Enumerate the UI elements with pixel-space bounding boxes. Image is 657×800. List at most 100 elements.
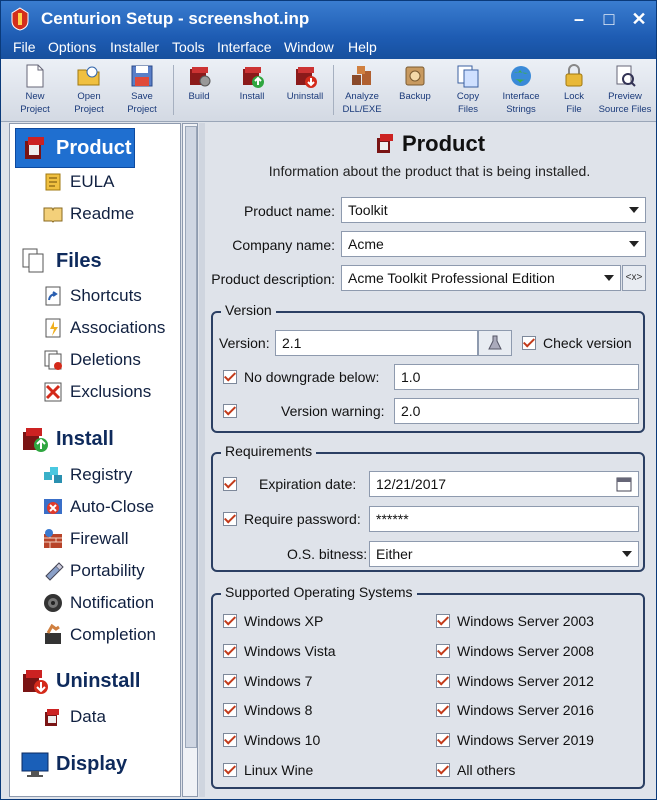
toolbar-label: Project (74, 104, 104, 115)
menu-installer[interactable]: Installer (110, 39, 159, 55)
preview-source-files-button[interactable]: Preview Source Files (597, 63, 653, 117)
app-icon (11, 7, 29, 31)
calendar-icon[interactable] (616, 476, 632, 492)
uninstall-button[interactable]: Uninstall (277, 63, 333, 117)
toolbar-label: Source Files (598, 104, 652, 115)
title-bar[interactable]: Centurion Setup - screenshot.inp – □ ✕ (1, 1, 656, 37)
os-checkbox[interactable] (223, 644, 237, 658)
install-button[interactable]: Install (224, 63, 280, 117)
toolbar-label: Preview (608, 91, 642, 102)
close-button[interactable]: ✕ (627, 7, 651, 31)
menu-bar: File Options Installer Tools Interface W… (1, 37, 656, 59)
menu-window[interactable]: Window (284, 39, 334, 55)
product-name-value: Toolkit (348, 202, 388, 218)
os-label: Windows 10 (244, 732, 321, 748)
registry-icon (44, 467, 62, 483)
password-input[interactable]: ****** (369, 506, 639, 532)
scroll-icon (45, 173, 61, 191)
toolbar-label: Project (20, 104, 50, 115)
app-window: Centurion Setup - screenshot.inp – □ ✕ F… (0, 0, 657, 800)
os-label: Windows Server 2003 (457, 613, 594, 629)
sidebar-item-label: Completion (70, 625, 156, 644)
sidebar-item-label: Shortcuts (70, 286, 142, 305)
interface-strings-button[interactable]: Interface Strings (493, 63, 549, 117)
os-checkbox[interactable] (223, 733, 237, 747)
lock-icon (565, 64, 583, 87)
globe-icon (511, 66, 531, 86)
analyze-button[interactable]: Analyze DLL/EXE (334, 63, 390, 117)
os-checkbox[interactable] (436, 644, 450, 658)
os-bitness-select[interactable]: Either (369, 541, 639, 567)
sidebar-item-label: Notification (70, 593, 155, 612)
no-downgrade-checkbox[interactable] (223, 370, 237, 384)
firewall-icon (44, 529, 62, 548)
toolbar-label: Project (127, 104, 157, 115)
no-downgrade-input[interactable]: 1.0 (394, 364, 639, 390)
os-checkbox[interactable] (223, 763, 237, 777)
company-name-combo[interactable]: Acme (341, 231, 646, 257)
version-detect-button[interactable] (478, 330, 512, 356)
sidebar-scrollbar[interactable] (182, 123, 198, 797)
speaker-icon (44, 594, 62, 612)
backup-button[interactable]: Backup (387, 63, 443, 117)
toolbar-label: Build (188, 91, 210, 102)
copy-files-button[interactable]: Copy Files (440, 63, 496, 117)
data-box-icon (45, 709, 59, 726)
expiration-checkbox[interactable] (223, 477, 237, 491)
sidebar-item-label: Registry (70, 465, 133, 484)
check-version-label: Check version (543, 335, 632, 351)
os-label: Windows Server 2012 (457, 673, 594, 689)
expiration-date-input[interactable]: 12/21/2017 (369, 471, 639, 497)
sidebar-item-label: Uninstall (56, 670, 141, 692)
version-input[interactable]: 2.1 (275, 330, 478, 356)
analyze-icon (352, 66, 371, 85)
save-project-button[interactable]: Save Project (114, 63, 170, 117)
toolbar-label: Uninstall (286, 91, 324, 102)
uninstall-icon (23, 670, 48, 694)
sidebar-item-label: Associations (70, 318, 166, 337)
menu-file[interactable]: File (13, 39, 36, 55)
sidebar-item-label: EULA (70, 172, 115, 191)
os-checkbox[interactable] (436, 703, 450, 717)
sidebar-scrollbar-thumb[interactable] (185, 126, 197, 748)
toolbar-label: File (566, 104, 582, 115)
no-downgrade-value: 1.0 (401, 369, 421, 385)
os-checkbox[interactable] (436, 763, 450, 777)
insert-variable-button[interactable]: <x> (622, 265, 646, 291)
menu-options[interactable]: Options (48, 39, 96, 55)
maximize-button[interactable]: □ (597, 7, 621, 31)
lock-file-button[interactable]: Lock File (546, 63, 602, 117)
os-checkbox[interactable] (436, 733, 450, 747)
os-label: Windows 7 (244, 673, 313, 689)
sidebar-item-label: Install (56, 428, 114, 450)
sidebar-item-label: Product (56, 137, 132, 159)
product-name-combo[interactable]: Toolkit (341, 197, 646, 223)
open-project-button[interactable]: Open Project (61, 63, 117, 117)
toolbar-label: Analyze (345, 91, 379, 102)
os-checkbox[interactable] (223, 674, 237, 688)
toolbar-label: Lock (563, 91, 585, 102)
os-checkbox[interactable] (436, 674, 450, 688)
os-label: Linux Wine (244, 762, 314, 778)
association-icon (45, 318, 61, 338)
new-project-button[interactable]: New Project (7, 63, 63, 117)
version-warning-checkbox[interactable] (223, 404, 237, 418)
require-password-checkbox[interactable] (223, 512, 237, 526)
sidebar: Product EULA Readme Files Shortcuts Asso… (9, 123, 181, 797)
version-warning-input[interactable]: 2.0 (394, 398, 639, 424)
os-label: Windows Vista (244, 643, 336, 659)
check-version-checkbox[interactable] (522, 336, 536, 350)
product-description-label: Product description: (211, 271, 335, 287)
build-button[interactable]: Build (171, 63, 227, 117)
product-description-combo[interactable]: Acme Toolkit Professional Edition (341, 265, 621, 291)
sidebar-item-product[interactable]: Product (15, 128, 135, 168)
minimize-button[interactable]: – (567, 7, 591, 31)
toolbar-label: Copy (456, 91, 480, 102)
os-checkbox[interactable] (223, 703, 237, 717)
menu-tools[interactable]: Tools (172, 39, 205, 55)
exclusion-icon (44, 382, 62, 402)
os-checkbox[interactable] (223, 614, 237, 628)
menu-interface[interactable]: Interface (217, 39, 271, 55)
os-checkbox[interactable] (436, 614, 450, 628)
menu-help[interactable]: Help (348, 39, 377, 55)
